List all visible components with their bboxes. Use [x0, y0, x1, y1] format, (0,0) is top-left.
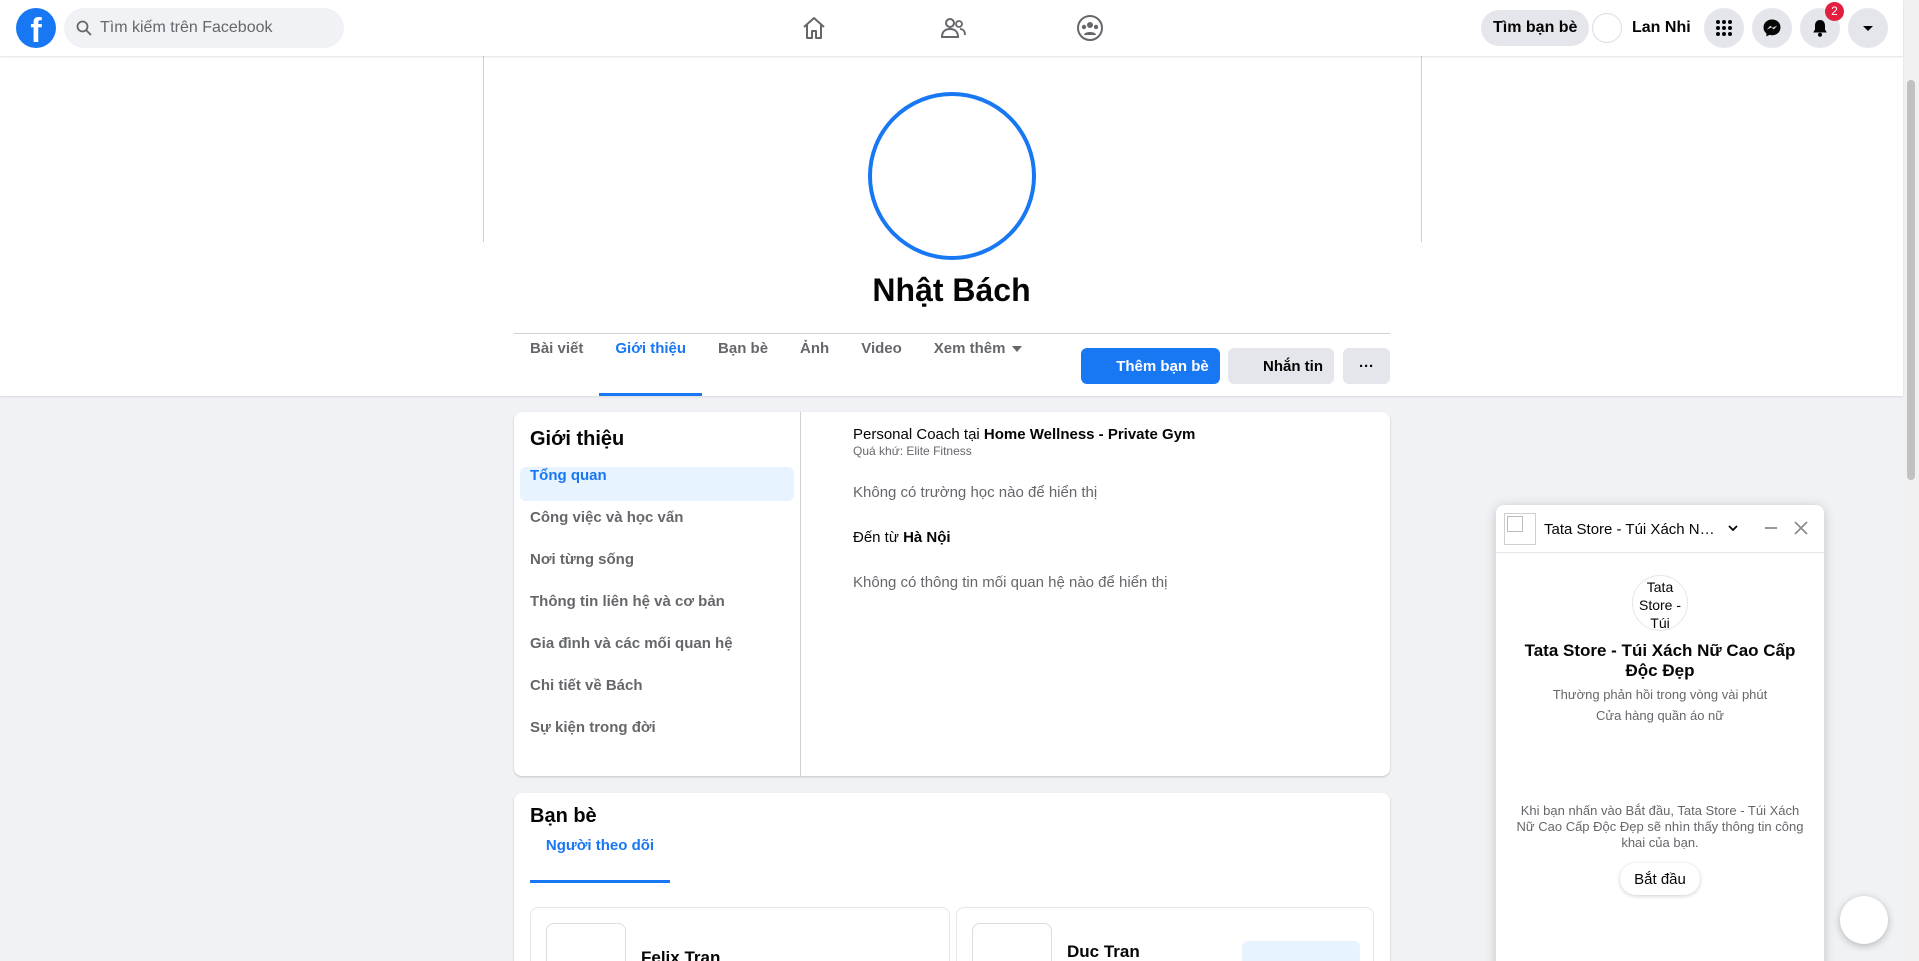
friend-name[interactable]: Felix Tran — [641, 948, 720, 961]
avatar — [1592, 13, 1622, 43]
add-friend-label: Thêm bạn bè — [1116, 357, 1209, 375]
about-menu: Tổng quan Công việc và học vấn Nơi từng … — [520, 467, 794, 761]
account-button[interactable] — [1848, 8, 1888, 48]
hometown-link[interactable]: Hà Nội — [903, 529, 951, 546]
work-prefix: Personal Coach tại — [853, 426, 984, 443]
search-box[interactable] — [64, 8, 344, 48]
messenger-icon — [1763, 19, 1781, 37]
friend-avatar[interactable] — [546, 923, 626, 961]
about-menu-details[interactable]: Chi tiết về Bách — [520, 677, 794, 711]
tab-videos[interactable]: Video — [845, 340, 918, 396]
tab-more-label: Xem thêm — [933, 340, 1006, 357]
friend-avatar[interactable] — [972, 923, 1052, 961]
profile-name: Nhật Bách — [872, 272, 1031, 308]
about-overview-content: Personal Coach tại Home Wellness - Priva… — [853, 426, 1373, 591]
tab-friends[interactable]: Bạn bè — [702, 340, 784, 396]
more-options-button[interactable]: ··· — [1343, 348, 1390, 384]
friends-icon — [940, 18, 966, 38]
work-info: Personal Coach tại Home Wellness - Priva… — [853, 426, 1373, 443]
profile-tabs: Bài viết Giới thiệu Bạn bè Ảnh Video Xem… — [514, 340, 1038, 396]
chat-header-title[interactable]: Tata Store - Túi Xách Nữ… — [1544, 521, 1724, 538]
message-label: Nhắn tin — [1263, 357, 1323, 375]
page-avatar: Tata Store - Túi Xách — [1632, 575, 1688, 631]
header-divider — [514, 333, 1390, 334]
friends-card: Bạn bè Người theo dõi Felix Tran Duc Tra… — [514, 793, 1390, 961]
scrollbar-thumb[interactable] — [1907, 80, 1915, 480]
chat-consent-text: Khi bạn nhấn vào Bắt đầu, Tata Store - T… — [1516, 803, 1804, 850]
profile-avatar[interactable] — [868, 92, 1036, 260]
groups-icon — [1077, 15, 1103, 41]
caret-down-icon — [1863, 26, 1873, 31]
about-menu-places-lived[interactable]: Nơi từng sống — [520, 551, 794, 585]
current-user-name: Lan Nhi — [1632, 19, 1691, 36]
cover-divider-right — [1421, 56, 1422, 242]
caret-down-icon — [1011, 346, 1022, 353]
no-school-text: Không có trường học nào để hiển thị — [853, 484, 1098, 501]
work-place-link[interactable]: Home Wellness - Private Gym — [984, 426, 1195, 443]
page-scrollbar[interactable] — [1903, 0, 1919, 961]
grid-menu-icon — [1716, 20, 1732, 36]
about-title: Giới thiệu — [530, 428, 625, 450]
tab-followers[interactable]: Người theo dõi — [530, 837, 670, 883]
cover-divider-left — [483, 56, 484, 242]
list-item[interactable]: Felix Tran — [530, 907, 950, 961]
bell-icon — [1813, 20, 1827, 37]
add-friend-button[interactable]: Thêm bạn bè — [1081, 348, 1220, 384]
menu-button[interactable] — [1704, 8, 1744, 48]
search-input[interactable] — [100, 19, 320, 37]
facebook-logo[interactable]: f — [16, 8, 56, 48]
list-item[interactable]: Duc Tran — [956, 907, 1374, 961]
chat-response-time: Thường phản hồi trong vòng vài phút — [1552, 687, 1768, 702]
ellipsis-icon: ··· — [1359, 357, 1374, 375]
chat-page-category: Cửa hàng quần áo nữ — [1595, 708, 1724, 723]
chat-page-name: Tata Store - Túi Xách Nữ Cao Cấp Độc Đẹp — [1524, 641, 1796, 680]
message-button[interactable]: Nhắn tin — [1228, 348, 1334, 384]
chat-window: Tata Store - Túi Xách Nữ… Tata Store - T… — [1496, 505, 1824, 961]
chevron-down-icon[interactable] — [1726, 521, 1740, 535]
notifications-button[interactable]: 2 — [1800, 2, 1844, 48]
notification-badge: 2 — [1825, 2, 1844, 21]
minimize-icon[interactable] — [1762, 519, 1780, 537]
tab-more[interactable]: Xem thêm — [918, 340, 1038, 396]
about-menu-work-education[interactable]: Công việc và học vấn — [520, 509, 794, 543]
tab-about[interactable]: Giới thiệu — [599, 340, 702, 396]
top-navigation-bar: f Tìm bạn bè Lan Nhi 2 — [0, 0, 1903, 56]
about-sidebar: Giới thiệu Tổng quan Công việc và học vấ… — [514, 412, 801, 776]
hometown-prefix: Đến từ — [853, 529, 904, 546]
about-menu-life-events[interactable]: Sự kiện trong đời — [520, 719, 794, 753]
friends-title: Bạn bè — [530, 805, 597, 827]
about-menu-overview[interactable]: Tổng quan — [520, 467, 794, 501]
work-past: Quá khứ: Elite Fitness — [853, 444, 972, 458]
about-menu-contact-basic[interactable]: Thông tin liên hệ và cơ bản — [520, 593, 794, 627]
chat-header-avatar[interactable] — [1504, 513, 1536, 545]
no-relationship-text: Không có thông tin mối quan hệ nào để hi… — [853, 574, 1168, 591]
friend-name[interactable]: Duc Tran — [1067, 942, 1140, 961]
home-icon — [803, 17, 825, 39]
current-user-chip[interactable]: Lan Nhi — [1592, 10, 1691, 46]
tab-posts[interactable]: Bài viết — [514, 340, 599, 396]
about-card: Giới thiệu Tổng quan Công việc và học vấ… — [514, 412, 1390, 776]
hometown-info: Đến từ Hà Nội — [853, 529, 1373, 546]
search-icon — [76, 20, 92, 36]
about-menu-family-relationships[interactable]: Gia đình và các mối quan hệ — [520, 635, 794, 669]
friend-action-button[interactable] — [1242, 941, 1360, 961]
messenger-button[interactable] — [1752, 8, 1792, 48]
nav-friends[interactable] — [933, 8, 973, 48]
nav-home[interactable] — [794, 8, 834, 48]
chat-header[interactable]: Tata Store - Túi Xách Nữ… — [1496, 505, 1824, 553]
nav-groups[interactable] — [1070, 8, 1110, 48]
new-message-button[interactable] — [1840, 896, 1888, 944]
tab-photos[interactable]: Ảnh — [784, 340, 845, 396]
close-icon[interactable] — [1792, 519, 1810, 537]
start-chat-button[interactable]: Bắt đầu — [1620, 863, 1700, 895]
find-friends-button[interactable]: Tìm bạn bè — [1481, 10, 1590, 46]
